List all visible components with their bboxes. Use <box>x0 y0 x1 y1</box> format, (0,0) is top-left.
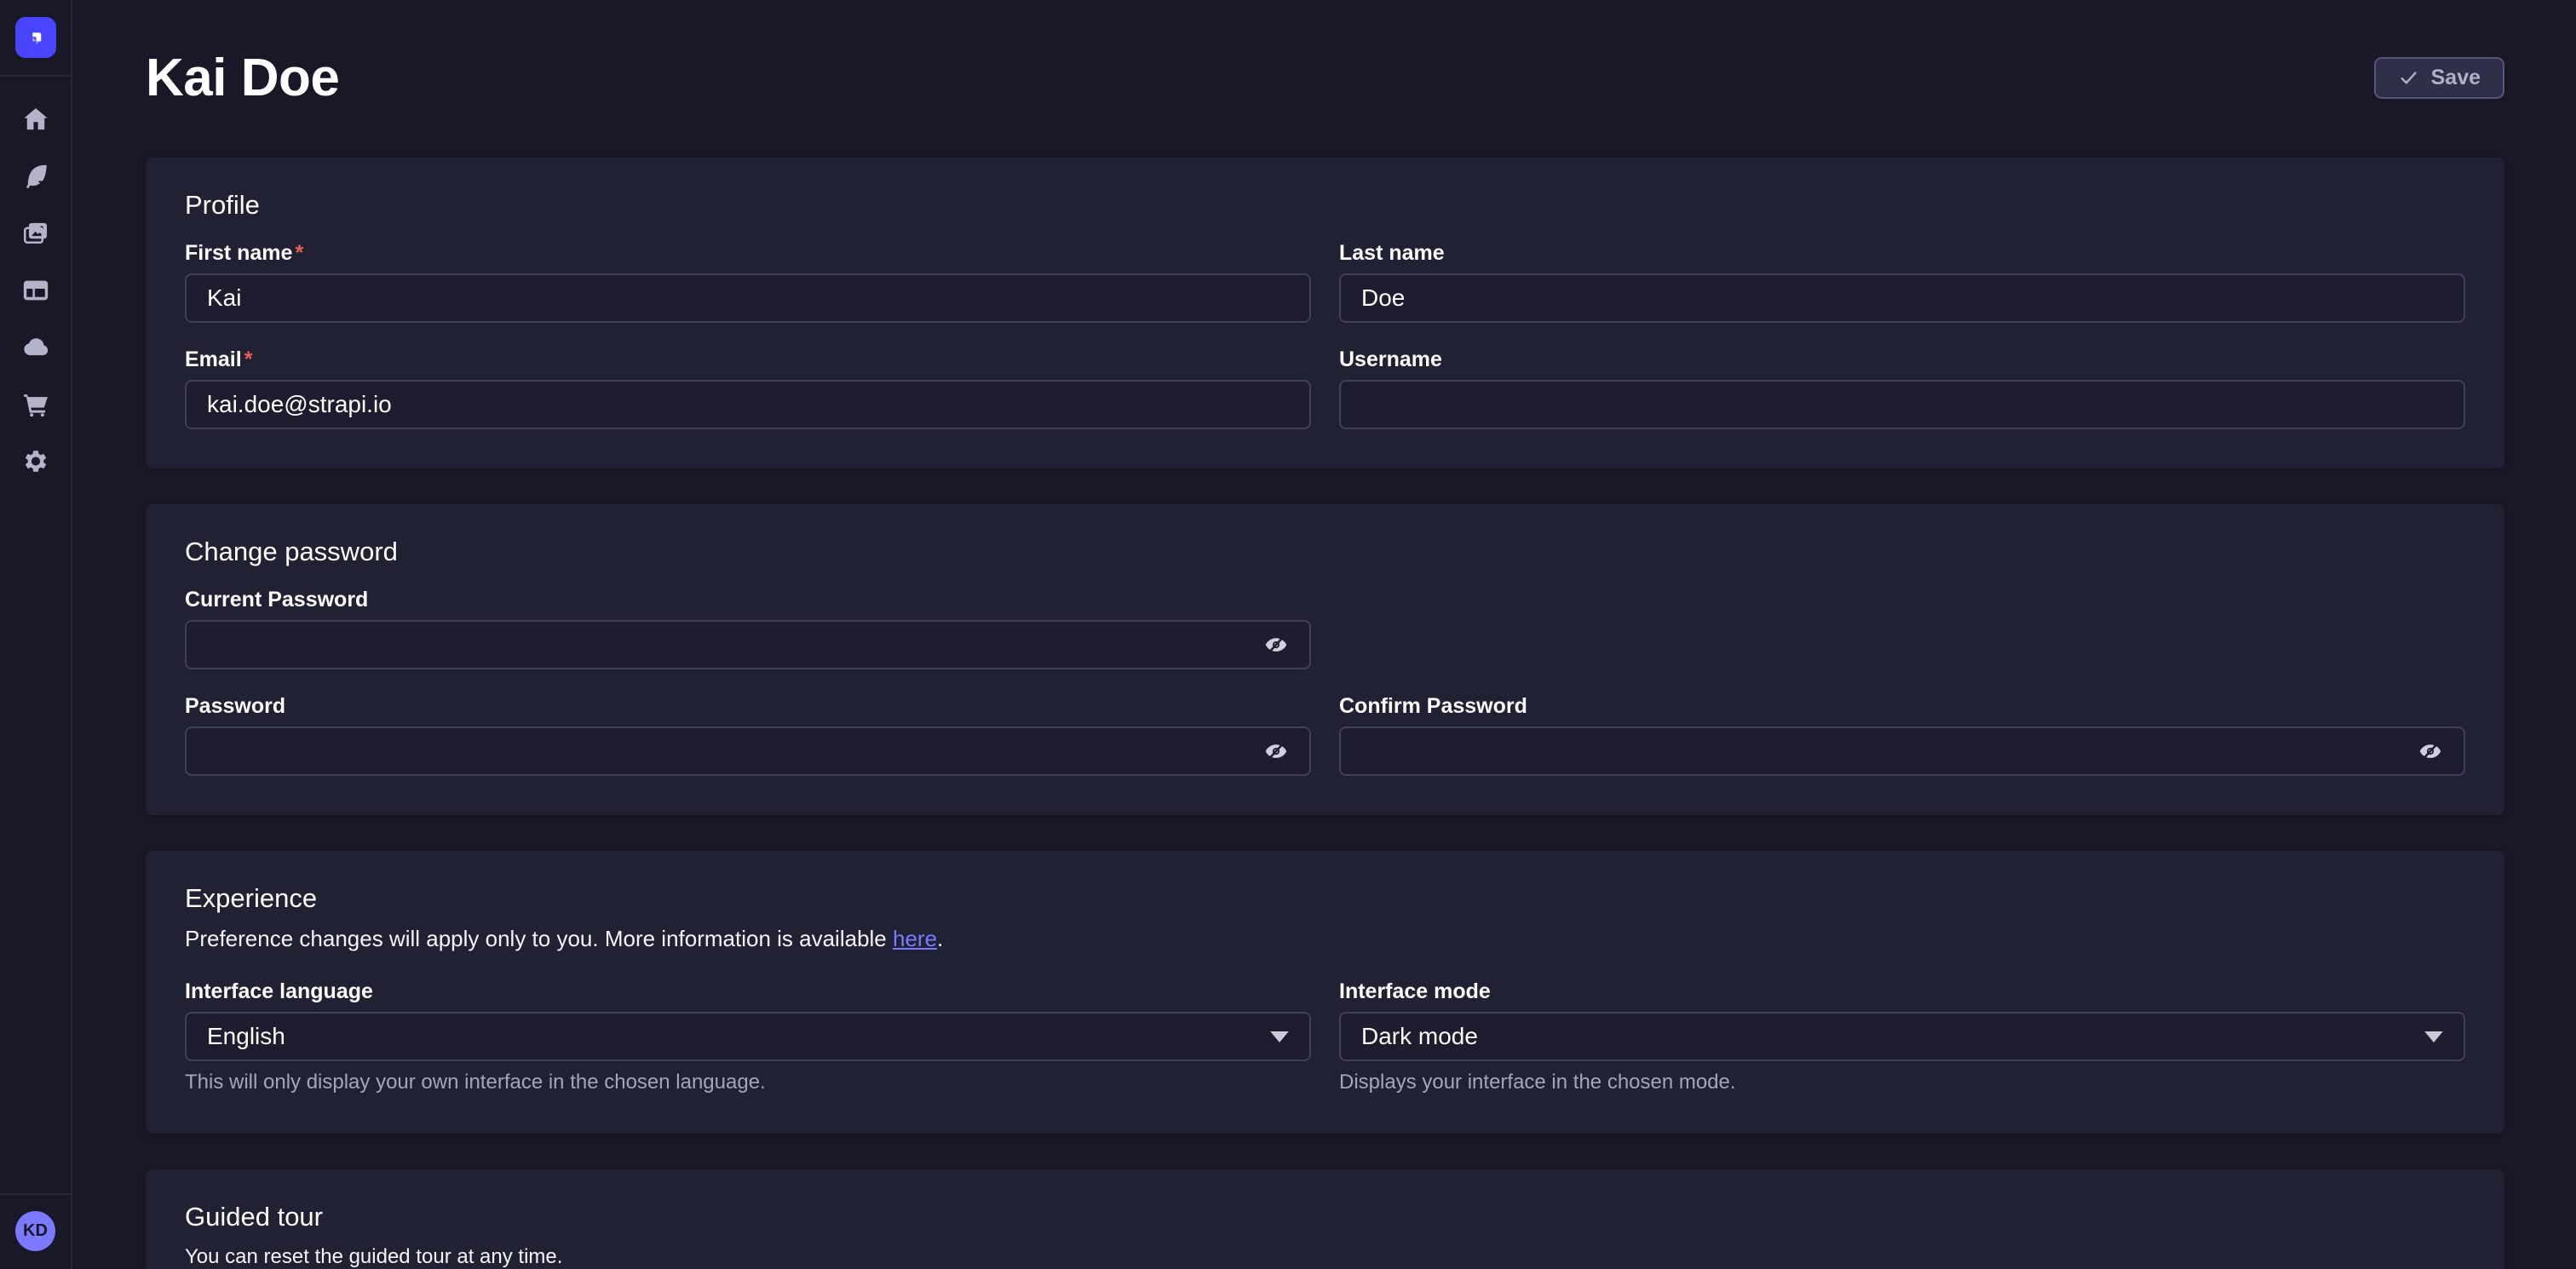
password-grid-empty-cell <box>1339 588 2465 669</box>
eye-off-icon <box>1262 633 1291 657</box>
sidebar-item-content-type-builder[interactable] <box>20 275 51 306</box>
strapi-logo-icon[interactable] <box>15 17 56 58</box>
interface-language-select[interactable]: English <box>185 1012 1311 1061</box>
first-name-label: First name* <box>185 241 1311 266</box>
first-name-input[interactable] <box>185 273 1311 323</box>
new-password-field-group: Password <box>185 694 1311 776</box>
feather-icon <box>21 162 50 191</box>
experience-card-title: Experience <box>185 883 2465 914</box>
eye-off-icon <box>2416 739 2445 763</box>
interface-language-value: English <box>207 1023 285 1050</box>
chevron-down-icon <box>2424 1031 2443 1042</box>
experience-description-text: Preference changes will apply only to yo… <box>185 926 893 951</box>
email-field[interactable] <box>185 380 1311 429</box>
interface-mode-value: Dark mode <box>1361 1023 1478 1050</box>
toggle-confirm-password-visibility-button[interactable] <box>2412 736 2448 767</box>
interface-mode-field-group: Interface mode Dark mode Displays your i… <box>1339 979 2465 1094</box>
experience-card: Experience Preference changes will apply… <box>146 851 2504 1134</box>
profile-card: Profile First name* Last name Email* <box>146 158 2504 468</box>
guided-tour-card: Guided tour You can reset the guided tou… <box>146 1169 2504 1269</box>
profile-grid: First name* Last name Email* Username <box>185 241 2465 429</box>
app-window: KD Kai Doe Save Profile First name* <box>0 0 2576 1269</box>
cloud-icon <box>21 333 50 362</box>
page-title: Kai Doe <box>146 48 339 108</box>
first-name-label-text: First name <box>185 241 292 265</box>
interface-language-field-group: Interface language English This will onl… <box>185 979 1311 1094</box>
gear-icon <box>21 447 50 476</box>
home-icon <box>21 105 50 134</box>
current-password-field-group: Current Password <box>185 588 1311 669</box>
username-label: Username <box>1339 347 2465 372</box>
confirm-password-field-group: Confirm Password <box>1339 694 2465 776</box>
experience-grid: Interface language English This will onl… <box>185 979 2465 1094</box>
guided-tour-card-title: Guided tour <box>185 1202 2465 1232</box>
save-button-label: Save <box>2431 66 2481 90</box>
sidebar-item-deploy[interactable] <box>20 332 51 363</box>
confirm-password-input[interactable] <box>1339 726 2465 776</box>
more-information-link[interactable]: here <box>893 926 937 951</box>
new-password-label: Password <box>185 694 1311 719</box>
guided-tour-description: You can reset the guided tour at any tim… <box>185 1245 2465 1269</box>
layout-icon <box>21 276 50 305</box>
required-asterisk: * <box>244 347 253 371</box>
sidebar-item-settings[interactable] <box>20 446 51 477</box>
confirm-password-label: Confirm Password <box>1339 694 2465 719</box>
sidebar-item-media-library[interactable] <box>20 218 51 249</box>
eye-off-icon <box>1262 739 1291 763</box>
required-asterisk: * <box>295 241 303 265</box>
username-input[interactable] <box>1339 380 2465 429</box>
sidebar-item-marketplace[interactable] <box>20 389 51 420</box>
new-password-input[interactable] <box>185 726 1311 776</box>
sidebar-divider-bottom <box>0 1193 71 1195</box>
sidebar: KD <box>0 0 72 1269</box>
main-content: Kai Doe Save Profile First name* Last <box>72 0 2576 1269</box>
new-password-input-wrap <box>185 726 1311 776</box>
password-grid: Current Password Pass <box>185 588 2465 776</box>
last-name-field-group: Last name <box>1339 241 2465 323</box>
cart-icon <box>21 390 50 419</box>
toggle-current-password-visibility-button[interactable] <box>1258 629 1294 660</box>
confirm-password-input-wrap <box>1339 726 2465 776</box>
interface-mode-hint: Displays your interface in the chosen mo… <box>1339 1071 2465 1094</box>
current-password-input[interactable] <box>185 620 1311 669</box>
change-password-card: Change password Current Password <box>146 504 2504 815</box>
experience-description-period: . <box>937 926 943 951</box>
username-field-group: Username <box>1339 347 2465 429</box>
profile-card-title: Profile <box>185 190 2465 221</box>
media-library-icon <box>21 219 50 248</box>
interface-language-label: Interface language <box>185 979 1311 1004</box>
interface-language-hint: This will only display your own interfac… <box>185 1071 1311 1094</box>
first-name-field-group: First name* <box>185 241 1311 323</box>
sidebar-item-content-manager[interactable] <box>20 161 51 192</box>
sidebar-item-home[interactable] <box>20 104 51 135</box>
email-label: Email* <box>185 347 1311 372</box>
email-label-text: Email <box>185 347 242 371</box>
email-field-group: Email* <box>185 347 1311 429</box>
toggle-new-password-visibility-button[interactable] <box>1258 736 1294 767</box>
interface-mode-select[interactable]: Dark mode <box>1339 1012 2465 1061</box>
current-password-input-wrap <box>185 620 1311 669</box>
page-header: Kai Doe Save <box>146 0 2504 158</box>
experience-description: Preference changes will apply only to yo… <box>185 926 2465 952</box>
last-name-label: Last name <box>1339 241 2465 266</box>
last-name-input[interactable] <box>1339 273 2465 323</box>
interface-mode-label: Interface mode <box>1339 979 2465 1004</box>
check-icon <box>2398 67 2419 89</box>
sidebar-nav <box>20 77 51 477</box>
chevron-down-icon <box>1270 1031 1289 1042</box>
change-password-card-title: Change password <box>185 537 2465 567</box>
save-button[interactable]: Save <box>2374 57 2504 99</box>
current-password-label: Current Password <box>185 588 1311 612</box>
user-avatar[interactable]: KD <box>15 1211 55 1251</box>
logo-container <box>15 0 56 75</box>
